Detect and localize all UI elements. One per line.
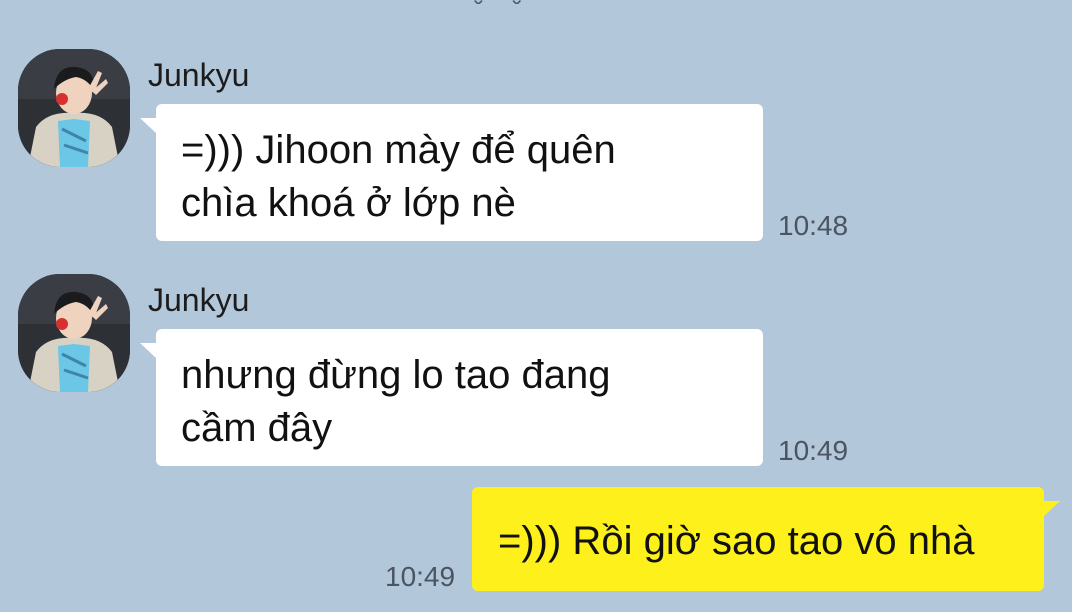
message-text: =))) Rồi giờ sao tao vô nhà [498, 519, 975, 563]
message-timestamp: 10:49 [385, 561, 456, 592]
message-bubble-incoming[interactable]: nhưng đừng lo tao đang cầm đây [140, 329, 763, 466]
sender-avatar[interactable] [18, 274, 130, 392]
message-bubble-incoming[interactable]: =))) Jihoon mày để quên chìa khoá ở lớp … [140, 104, 763, 241]
bubble-tail [1043, 501, 1060, 517]
bubble-tail [140, 343, 157, 359]
message-timestamp: 10:49 [778, 435, 849, 466]
sender-name: Junkyu [148, 57, 250, 93]
message-bubble-outgoing[interactable]: =))) Rồi giờ sao tao vô nhà [472, 487, 1060, 591]
profile-photo-icon [18, 49, 130, 167]
sender-avatar[interactable] [18, 49, 130, 167]
sender-name: Junkyu [148, 282, 250, 318]
profile-photo-icon [18, 274, 130, 392]
bubble-tail [140, 118, 157, 134]
message-timestamp: 10:48 [778, 210, 849, 241]
previous-message-cutoff: ⌄ ⌄ [470, 0, 590, 4]
message-text: =))) Jihoon mày để quên chìa khoá ở lớp … [181, 128, 616, 225]
message-text: nhưng đừng lo tao đang cầm đây [181, 353, 611, 450]
